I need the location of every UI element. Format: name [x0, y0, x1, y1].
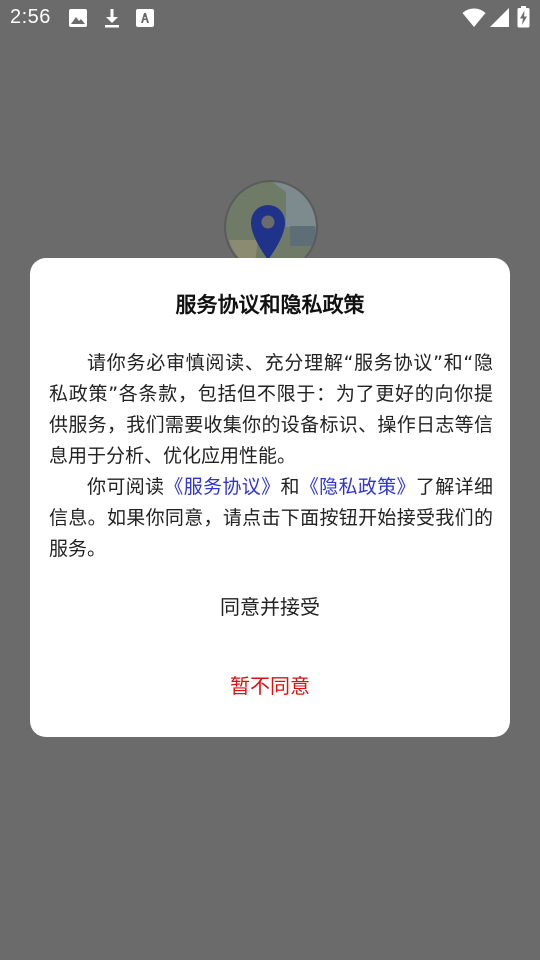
privacy-policy-link[interactable]: 《隐私政策》	[300, 476, 416, 498]
para2-prefix: 你可阅读	[87, 476, 165, 498]
download-icon	[105, 9, 119, 28]
battery-charging-icon	[517, 6, 530, 28]
image-icon	[69, 9, 87, 27]
status-bar: 2:56	[0, 0, 540, 36]
text-a-icon	[136, 9, 154, 27]
status-time: 2:56	[10, 6, 51, 28]
agree-button[interactable]: 同意并接受	[170, 586, 370, 628]
dialog-title: 服务协议和隐私政策	[175, 293, 365, 317]
privacy-dialog: 服务协议和隐私政策 请你务必审慎阅读、充分理解“服务协议”和“隐私政策”各条款，…	[30, 258, 510, 737]
wifi-icon	[462, 8, 486, 27]
signal-icon	[490, 8, 509, 27]
para2-and: 和	[280, 476, 300, 498]
dialog-body: 请你务必审慎阅读、充分理解“服务协议”和“隐私政策”各条款，包括但不限于：为了更…	[49, 348, 493, 565]
dialog-paragraph-1: 请你务必审慎阅读、充分理解“服务协议”和“隐私政策”各条款，包括但不限于：为了更…	[49, 352, 493, 467]
dialog-paragraph-2: 你可阅读《服务协议》和《隐私政策》了解详细信息。如果你同意，请点击下面按钮开始接…	[49, 472, 493, 565]
service-agreement-link[interactable]: 《服务协议》	[164, 476, 280, 498]
decline-button[interactable]: 暂不同意	[170, 665, 370, 707]
